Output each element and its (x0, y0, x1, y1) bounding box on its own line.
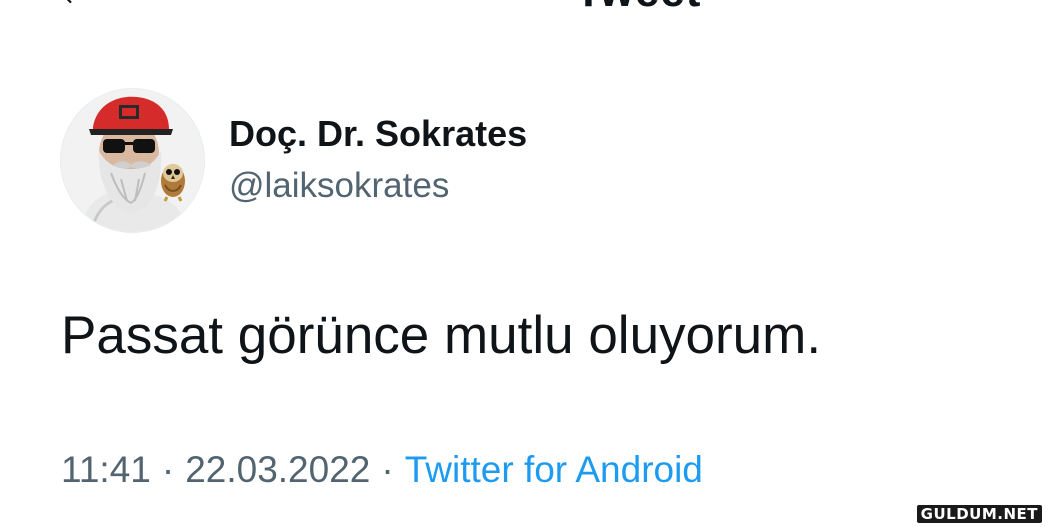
tweet-time[interactable]: 11:41 (61, 448, 151, 492)
meta-separator: · (161, 449, 175, 490)
arrow-left-icon[interactable] (58, 0, 84, 8)
avatar[interactable] (60, 88, 205, 233)
tweet-source-link[interactable]: Twitter for Android (405, 448, 703, 492)
meta-separator: · (381, 449, 394, 490)
tweet-header: Tweet (0, 0, 1048, 20)
header-title: Tweet (575, 0, 701, 14)
author-handle[interactable]: @laiksokrates (229, 166, 449, 206)
author-display-name[interactable]: Doç. Dr. Sokrates (229, 114, 527, 154)
tweet-text: Passat görünce mutlu oluyorum. (61, 306, 822, 365)
tweet-date[interactable]: 22.03.2022 (185, 448, 370, 492)
tweet-meta: 11:41 · 22.03.2022 · Twitter for Android (61, 448, 703, 492)
watermark-logo: GULDUM.NET (916, 505, 1042, 523)
bearded-man-with-cap-and-owl-avatar (61, 89, 204, 232)
